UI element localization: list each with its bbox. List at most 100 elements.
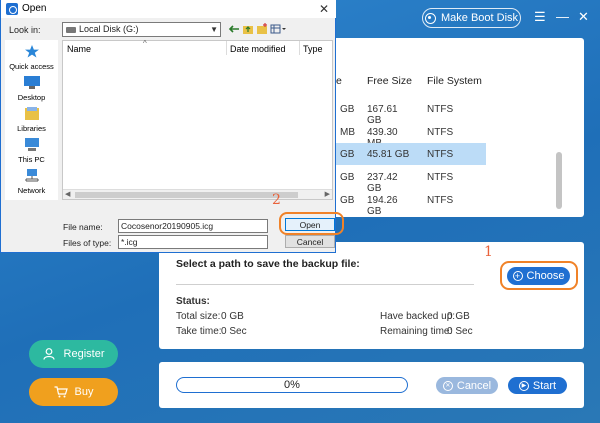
list-scrollbar[interactable] xyxy=(556,152,562,209)
partition-partial: MB xyxy=(340,127,355,138)
dialog-cancel-button[interactable]: Cancel xyxy=(285,235,335,248)
scroll-right-icon[interactable]: ▶ xyxy=(325,190,330,198)
cancel-circle-icon: ✕ xyxy=(442,380,453,391)
register-label: Register xyxy=(63,348,105,360)
take-time-label: Take time: xyxy=(176,326,222,337)
dialog-title-bar: Open ✕ xyxy=(1,0,336,18)
app-logo-icon xyxy=(6,3,18,15)
cancel-label: Cancel xyxy=(456,379,492,392)
plus-icon: + xyxy=(512,271,523,281)
scroll-thumb[interactable] xyxy=(75,192,298,198)
path-field[interactable] xyxy=(176,284,474,285)
remaining-label: Remaining time: xyxy=(380,326,453,337)
progress-text: 0% xyxy=(284,379,300,391)
column-header-type[interactable]: Type xyxy=(303,44,323,54)
choose-label: Choose xyxy=(526,270,565,282)
desktop-icon xyxy=(23,76,40,89)
cart-icon xyxy=(54,386,68,398)
open-dialog: Open ✕ Look in: Local Disk (G:) ▼ Quick … xyxy=(0,0,344,253)
partition-file-system: NTFS xyxy=(427,127,454,138)
partition-free-size: 45.81 GB xyxy=(367,149,410,160)
place-label: Quick access xyxy=(9,62,54,71)
choose-button[interactable]: + Choose xyxy=(507,267,570,285)
star-icon xyxy=(24,45,39,58)
remaining-value: 0 Sec xyxy=(447,326,473,337)
place-libraries[interactable]: Libraries xyxy=(5,107,58,133)
place-label: Network xyxy=(17,186,46,195)
file-type-label: Files of type: xyxy=(63,238,112,248)
backed-up-label: Have backed up: xyxy=(380,311,456,322)
column-divider xyxy=(299,41,300,55)
close-icon[interactable]: ✕ xyxy=(578,10,589,24)
make-boot-disk-label: Make Boot Disk xyxy=(440,12,519,24)
partition-file-system: NTFS xyxy=(427,172,454,183)
file-type-value: *.icg xyxy=(121,237,138,247)
make-boot-disk-button[interactable]: Make Boot Disk xyxy=(422,8,521,28)
file-list[interactable]: Name ^ Date modified Type ◀ ▶ xyxy=(62,39,333,200)
take-time-value: 0 Sec xyxy=(221,326,247,337)
dialog-title: Open xyxy=(22,3,47,14)
partition-file-system: NTFS xyxy=(427,195,454,206)
user-icon xyxy=(42,348,55,360)
buy-button[interactable]: Buy xyxy=(29,378,118,406)
column-header-name[interactable]: Name xyxy=(67,44,91,54)
partition-partial: GB xyxy=(340,104,355,115)
chevron-down-icon: ▼ xyxy=(210,25,218,34)
place-label: Libraries xyxy=(17,124,46,133)
partition-file-system: NTFS xyxy=(427,149,454,160)
minimize-icon[interactable]: — xyxy=(556,10,569,24)
column-header-free-size: Free Size xyxy=(367,75,412,87)
column-divider xyxy=(226,41,227,55)
up-folder-icon[interactable] xyxy=(242,23,254,35)
drive-icon xyxy=(66,26,76,33)
partition-file-system: NTFS xyxy=(427,104,454,115)
partition-partial: GB xyxy=(340,172,355,183)
place-label: Desktop xyxy=(17,93,46,102)
step-number-1: 1 xyxy=(484,244,493,260)
back-arrow-icon[interactable] xyxy=(228,23,240,35)
horizontal-scrollbar[interactable]: ◀ ▶ xyxy=(63,189,332,199)
disc-icon xyxy=(424,12,436,24)
libraries-icon xyxy=(24,107,39,120)
look-in-label: Look in: xyxy=(9,25,41,35)
dialog-close-icon[interactable]: ✕ xyxy=(319,2,329,16)
column-header-file-system: File System xyxy=(427,75,482,87)
place-this-pc[interactable]: This PC xyxy=(5,138,58,164)
places-bar: Quick access Desktop Libraries This PC N… xyxy=(5,40,58,200)
place-network[interactable]: Network xyxy=(5,169,58,195)
status-label: Status: xyxy=(176,296,210,307)
computer-icon xyxy=(24,138,39,151)
backed-up-value: 0 GB xyxy=(447,311,470,322)
start-label: Start xyxy=(532,379,557,392)
place-desktop[interactable]: Desktop xyxy=(5,76,58,102)
view-menu-icon[interactable] xyxy=(270,23,286,35)
total-size-value: 0 GB xyxy=(221,311,244,322)
new-folder-icon[interactable] xyxy=(256,23,268,35)
start-button[interactable]: ▶ Start xyxy=(508,377,567,394)
open-button[interactable]: Open xyxy=(285,218,335,231)
file-name-label: File name: xyxy=(63,222,103,232)
step-number-2: 2 xyxy=(272,192,281,208)
column-header-partial: e xyxy=(336,75,342,87)
place-quick-access[interactable]: Quick access xyxy=(5,45,58,71)
buy-label: Buy xyxy=(74,386,94,398)
total-size-label: Total size: xyxy=(176,311,221,322)
partition-partial: GB xyxy=(340,149,355,160)
look-in-select[interactable]: Local Disk (G:) ▼ xyxy=(62,22,221,37)
file-name-input[interactable]: Cocosenor20190905.icg xyxy=(118,219,268,233)
scroll-left-icon[interactable]: ◀ xyxy=(65,190,70,198)
path-label: Select a path to save the backup file: xyxy=(176,258,360,270)
look-in-value: Local Disk (G:) xyxy=(79,24,139,34)
network-icon xyxy=(25,169,38,182)
place-label: This PC xyxy=(18,155,45,164)
menu-icon[interactable]: ☰ xyxy=(534,10,546,24)
register-button[interactable]: Register xyxy=(29,340,118,368)
column-header-date-modified[interactable]: Date modified xyxy=(230,44,286,54)
file-type-select[interactable]: *.icg xyxy=(118,235,268,249)
cancel-button[interactable]: ✕ Cancel xyxy=(436,377,498,394)
sort-arrow-icon: ^ xyxy=(143,39,147,48)
partition-free-size: 194.26 GB xyxy=(367,195,398,217)
progress-bar: 0% xyxy=(176,377,408,393)
play-icon: ▶ xyxy=(518,380,529,391)
partition-partial: GB xyxy=(340,195,355,206)
